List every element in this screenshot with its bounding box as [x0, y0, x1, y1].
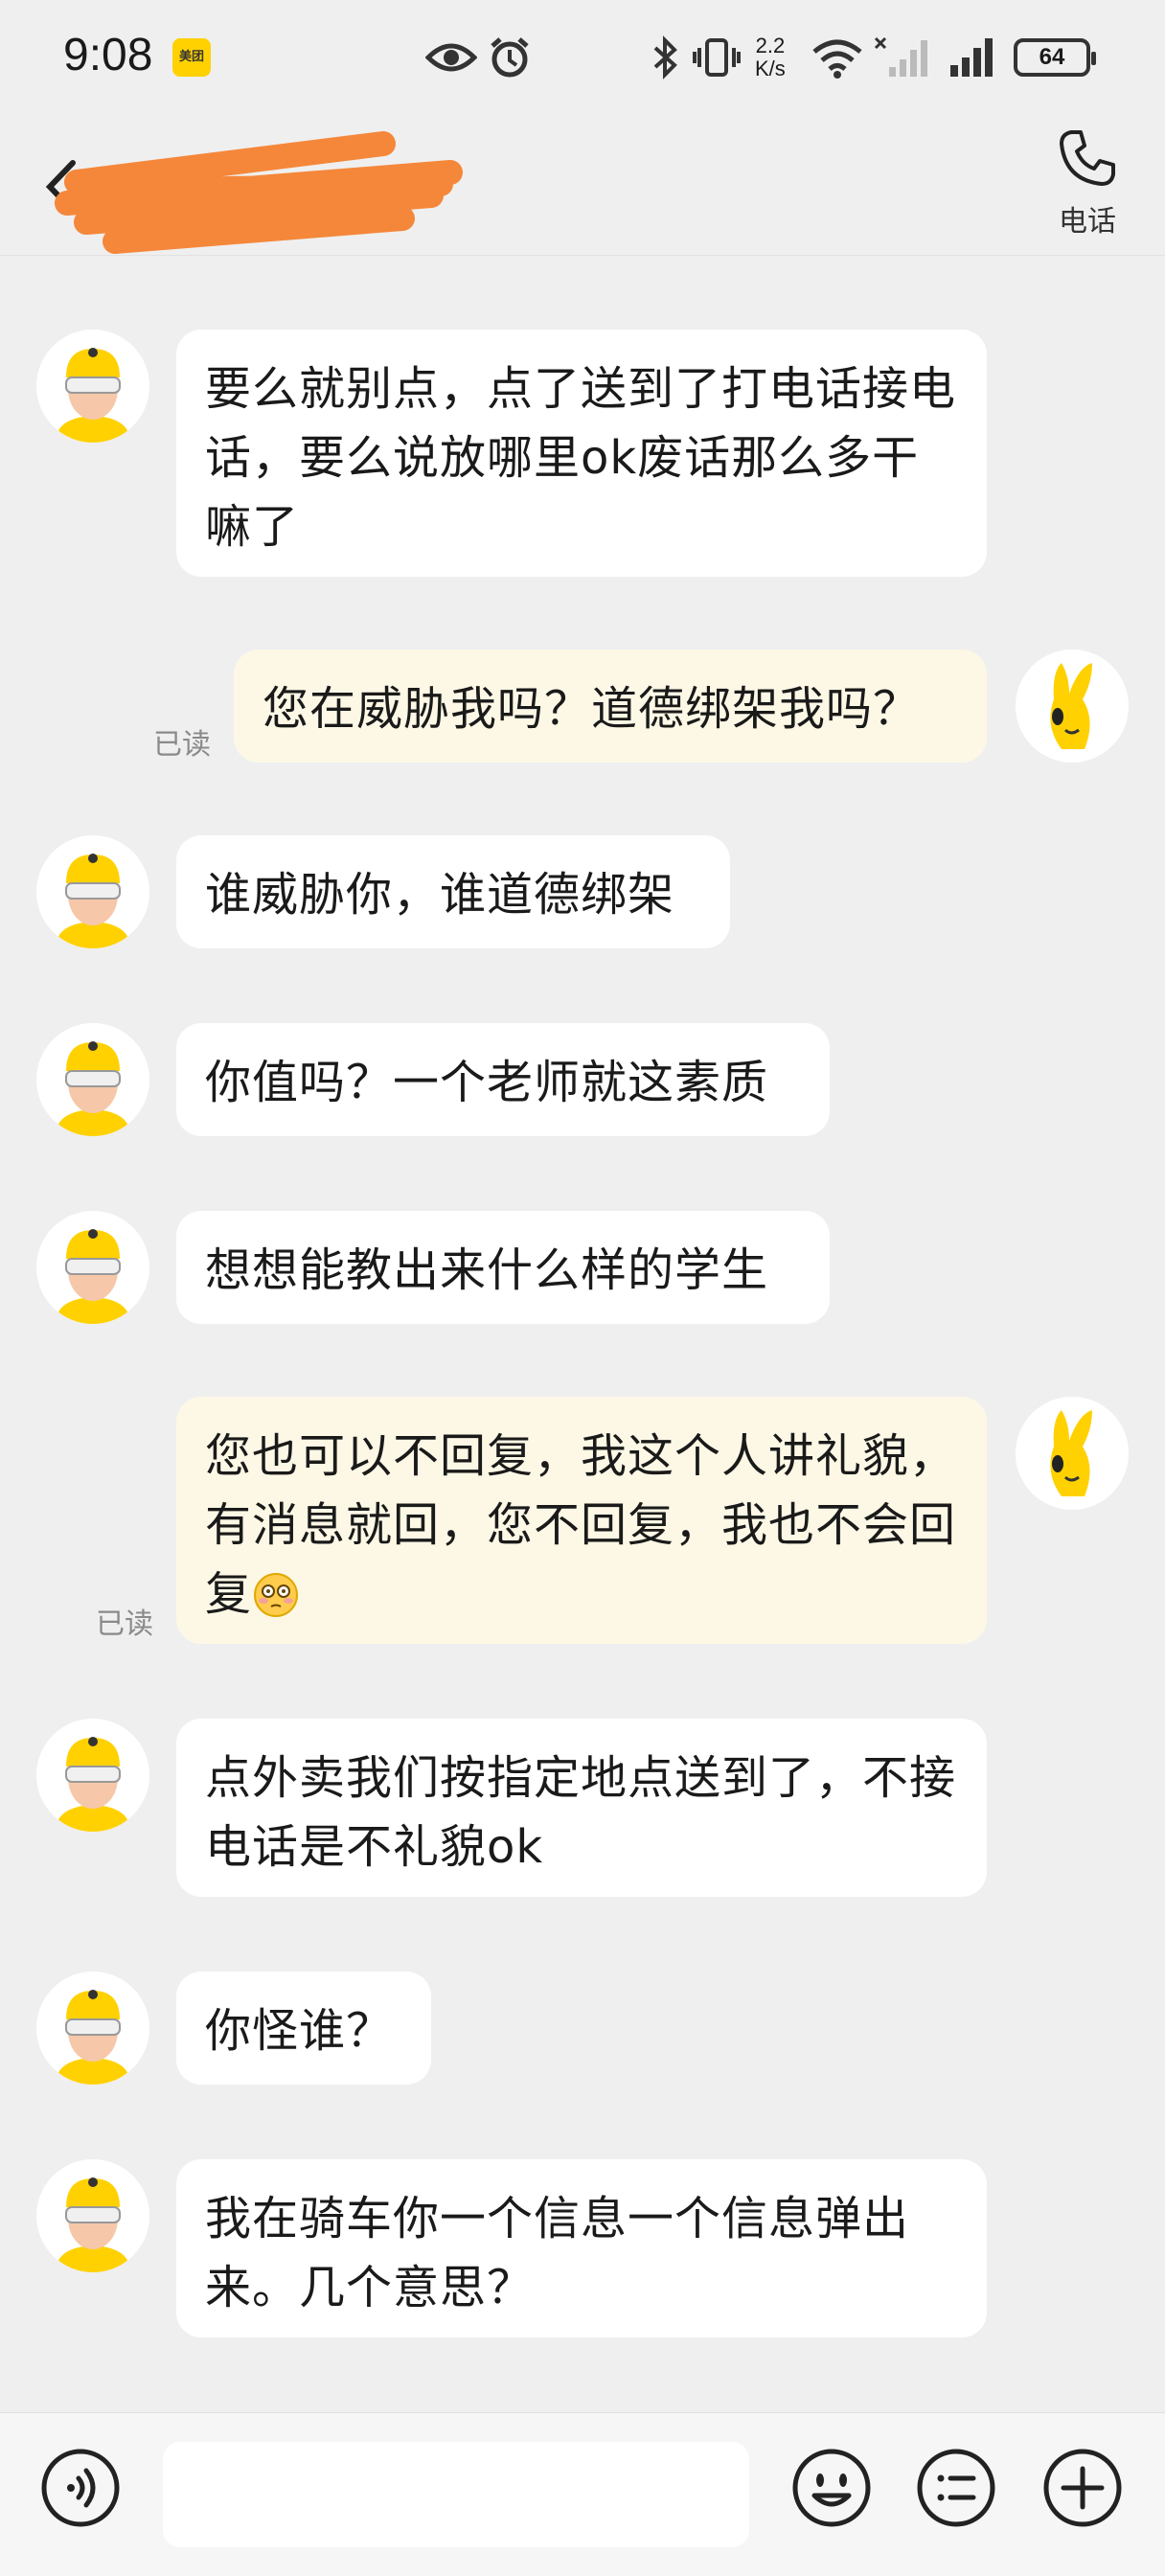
flushed-face-emoji-icon [254, 1573, 299, 1617]
alarm-icon [491, 37, 529, 78]
user-avatar[interactable] [1016, 650, 1129, 763]
rider-avatar[interactable] [36, 1211, 149, 1324]
call-label: 电话 [1059, 205, 1116, 239]
rider-avatar[interactable] [36, 330, 149, 443]
message-bubble[interactable]: 点外卖我们按指定地点送到了，不接电话是不礼貌ok [176, 1719, 987, 1897]
phone-icon [1060, 130, 1115, 186]
message-bubble[interactable]: 谁威胁你，谁道德绑架 [176, 835, 730, 948]
message-bubble[interactable]: 您在威胁我吗？道德绑架我吗？ [234, 650, 987, 763]
message-text: 您也可以不回复，我这个人讲礼貌，有消息就回，您不回复，我也不会回复 [205, 1429, 957, 1621]
vibrate-icon [693, 38, 741, 77]
rider-avatar[interactable] [36, 2159, 149, 2272]
user-avatar[interactable] [1016, 1397, 1129, 1510]
message-bubble[interactable]: 您也可以不回复，我这个人讲礼貌，有消息就回，您不回复，我也不会回复 [176, 1397, 987, 1644]
rider-avatar[interactable] [36, 835, 149, 948]
message-bubble[interactable]: 要么就别点，点了送到了打电话接电话，要么说放哪里ok废话那么多干嘛了 [176, 330, 987, 577]
network-speed-value: 2.2 [755, 34, 786, 57]
rider-avatar[interactable] [36, 1719, 149, 1832]
chat-header: 电话 [0, 115, 1165, 256]
wifi-icon [812, 39, 862, 79]
status-bar: 9:08 美团 2.2 K/s 64 [0, 0, 1165, 115]
quick-reply-icon[interactable] [914, 2446, 998, 2530]
read-receipt: 已读 [153, 728, 211, 762]
input-bar [0, 2412, 1165, 2576]
status-time: 9:08 [63, 30, 153, 80]
voice-icon[interactable] [38, 2446, 123, 2530]
call-button[interactable]: 电话 [1044, 126, 1131, 251]
message-bubble[interactable]: 想想能教出来什么样的学生 [176, 1211, 830, 1324]
signal-sim2-icon [874, 36, 927, 77]
message-bubble[interactable]: 你怪谁？ [176, 1972, 431, 2085]
meituan-app-icon: 美团 [172, 38, 211, 77]
network-speed: 2.2 K/s [755, 34, 786, 80]
rider-avatar[interactable] [36, 1972, 149, 2085]
redaction-scribble [55, 131, 463, 254]
message-input[interactable] [163, 2442, 749, 2547]
rider-avatar[interactable] [36, 1023, 149, 1136]
network-speed-unit: K/s [755, 57, 786, 80]
plus-icon[interactable] [1040, 2446, 1125, 2530]
emoji-icon[interactable] [789, 2446, 874, 2530]
message-bubble[interactable]: 我在骑车你一个信息一个信息弹出来。几个意思？ [176, 2159, 987, 2337]
battery-indicator: 64 [1014, 38, 1096, 77]
signal-sim1-icon [950, 38, 993, 77]
message-bubble[interactable]: 你值吗？一个老师就这素质 [176, 1023, 830, 1136]
read-receipt: 已读 [96, 1607, 153, 1641]
eye-icon [425, 43, 477, 72]
bluetooth-icon [653, 35, 677, 80]
